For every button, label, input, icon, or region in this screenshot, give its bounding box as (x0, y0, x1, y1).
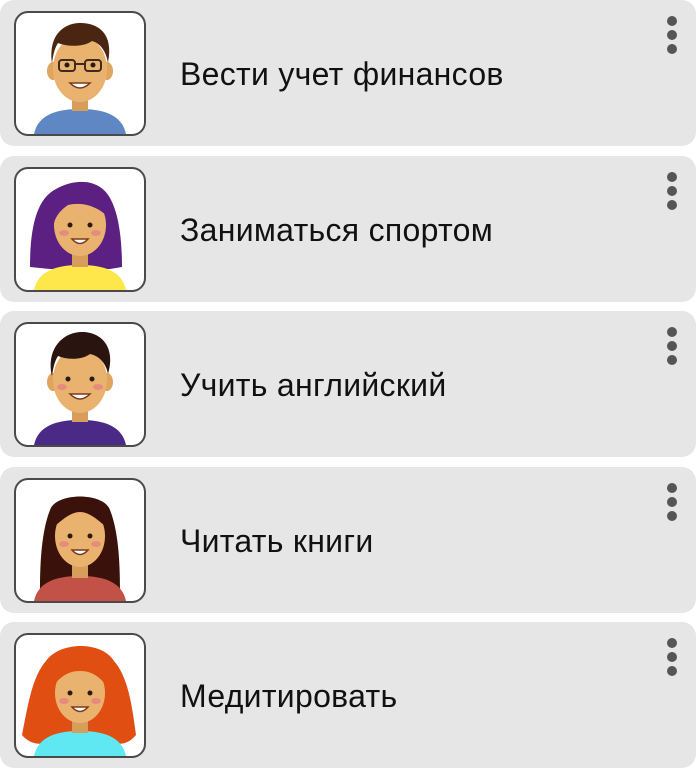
more-vertical-icon[interactable] (662, 481, 682, 523)
habit-title: Заниматься спортом (180, 212, 494, 248)
habit-title: Вести учет финансов (180, 56, 504, 92)
habit-title: Медитировать (180, 678, 398, 714)
more-vertical-icon[interactable] (662, 170, 682, 212)
habit-card[interactable]: Учить английский (0, 311, 696, 457)
avatar-woman-purple-hair-icon (14, 167, 146, 292)
more-vertical-icon[interactable] (662, 636, 682, 678)
more-vertical-icon[interactable] (662, 14, 682, 56)
more-vertical-icon[interactable] (662, 325, 682, 367)
habit-title: Читать книги (180, 523, 374, 559)
avatar-woman-brown-hair-icon (14, 478, 146, 603)
avatar-man-dark-hair-icon (14, 322, 146, 447)
habit-card[interactable]: Читать книги (0, 467, 696, 613)
avatar-man-glasses-icon (14, 11, 146, 136)
habit-title: Учить английский (180, 367, 447, 403)
habit-list: Вести учет финансов Заниматься спортом У… (0, 0, 698, 770)
habit-card[interactable]: Вести учет финансов (0, 0, 696, 146)
habit-card[interactable]: Медитировать (0, 622, 696, 768)
habit-card[interactable]: Заниматься спортом (0, 156, 696, 302)
avatar-woman-red-hair-icon (14, 633, 146, 758)
